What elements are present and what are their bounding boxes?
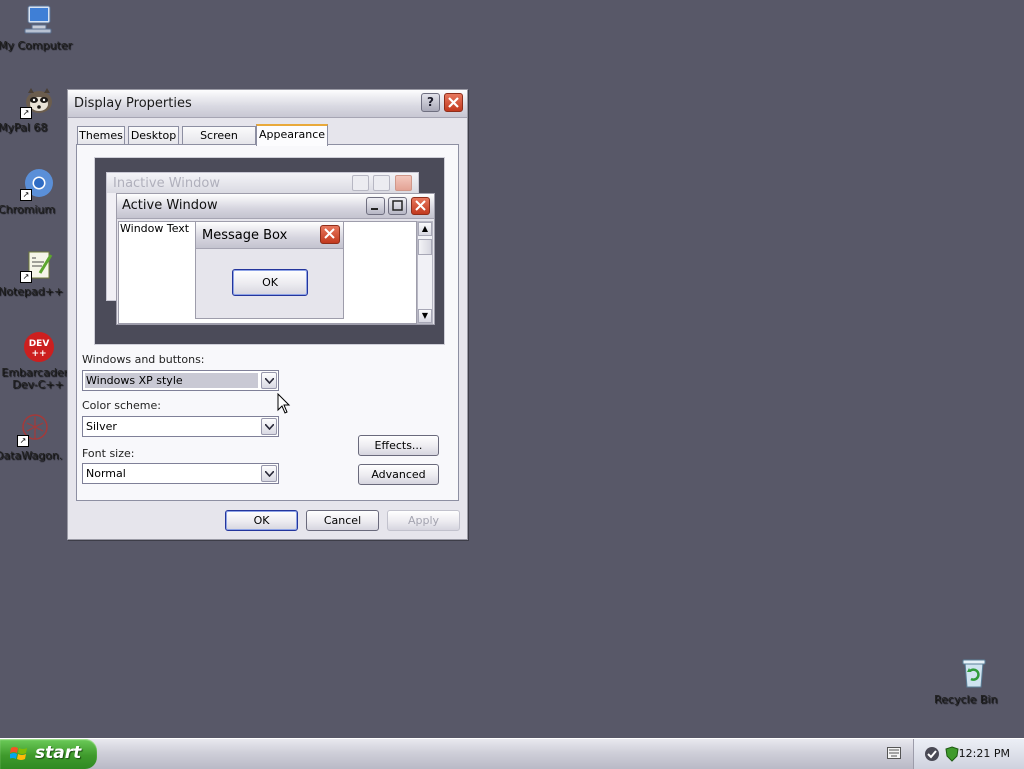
tab-screen-saver[interactable]: Screen Saver [182,126,256,159]
message-box-ok-button: OK [232,269,308,296]
keyboard-icon[interactable] [887,747,901,759]
devcpp-icon: DEV ++ [22,331,54,363]
message-box-title: Message Box [202,228,288,243]
inactive-titlebar: Inactive Window [107,173,418,193]
shortcut-arrow-icon: ↗ [20,189,32,201]
display-properties-dialog: Display Properties ? Themes Desktop Scre… [67,89,468,540]
chevron-down-icon[interactable] [261,372,277,389]
inactive-window-title: Inactive Window [113,176,220,191]
system-tray: 12:21 PM [913,739,1024,769]
svg-text:++: ++ [31,349,46,359]
notepadpp-icon: ↗ [20,249,54,283]
start-label: start [35,743,82,763]
scroll-down-icon: ▼ [418,309,432,323]
clock[interactable]: 12:21 PM [959,747,1010,760]
cancel-button[interactable]: Cancel [306,510,379,531]
appearance-preview: Inactive Window Active Window Window Tex… [94,157,445,345]
color-scheme-value: Silver [86,420,117,433]
tab-appearance[interactable]: Appearance [256,124,328,146]
ok-label: OK [253,514,270,527]
mypal-raccoon-icon: ↗ [20,85,54,119]
datawagon-icon: ↗ [17,413,51,447]
close-icon [320,225,340,244]
maximize-icon [373,175,390,191]
chromium-icon: ↗ [20,167,54,201]
dialog-title: Display Properties [74,96,192,111]
chevron-down-icon[interactable] [261,465,277,482]
advanced-label: Advanced [371,468,426,481]
desktop-icon-label: Notepad++ [0,285,64,298]
help-button[interactable]: ? [421,93,440,112]
font-size-value: Normal [86,467,126,480]
close-icon [395,175,412,191]
security-shield-icon[interactable] [944,746,960,762]
cancel-label: Cancel [323,514,362,527]
preview-message-box: Message Box OK [195,221,344,319]
desktop-icon-datawagon[interactable]: ↗ DataWagon. [0,413,75,462]
close-icon [448,97,459,108]
svg-text:DEV: DEV [29,339,50,349]
desktop-icon-label: My Computer [0,39,73,52]
shortcut-arrow-icon: ↗ [20,107,32,119]
close-icon [411,197,430,215]
maximize-icon [388,197,407,215]
scroll-up-icon: ▲ [418,222,432,236]
recycle-bin-icon [958,657,990,689]
tab-label: Appearance [258,128,326,141]
advanced-button[interactable]: Advanced [358,464,439,485]
chevron-down-icon[interactable] [261,418,277,435]
taskbar: start 12:21 PM [0,738,1024,769]
close-button[interactable] [444,93,463,112]
computer-icon [22,3,54,35]
active-titlebar: Active Window [117,194,434,219]
color-scheme-select[interactable]: Silver [82,416,279,437]
ok-label: OK [262,276,278,289]
desktop-icon-label: DataWagon. [0,449,63,462]
tab-themes[interactable]: Themes [77,126,125,145]
windows-buttons-value: Windows XP style [85,373,258,388]
message-box-titlebar: Message Box [196,222,343,249]
appearance-panel: Inactive Window Active Window Window Tex… [76,144,459,501]
apply-label: Apply [407,514,440,527]
ok-button[interactable]: OK [225,510,298,531]
dialog-titlebar[interactable]: Display Properties ? [68,90,467,118]
window-text-sample: Window Text [120,222,190,235]
desktop-icon-label: Recycle Bin [934,693,998,706]
minimize-icon [352,175,369,191]
windows-buttons-select[interactable]: Windows XP style [82,370,279,391]
minimize-icon [366,197,385,215]
mouse-cursor-icon [277,393,291,414]
desktop-icon-label: MyPal 68 [0,121,48,134]
shortcut-arrow-icon: ↗ [17,435,29,447]
windows-buttons-label: Windows and buttons: [82,353,205,366]
tab-label: Desktop [130,129,177,142]
start-button[interactable]: start [0,739,97,769]
font-size-select[interactable]: Normal [82,463,279,484]
desktop-icon-label: Chromium [0,203,56,216]
windows-flag-icon [10,747,27,760]
font-size-label: Font size: [82,447,135,460]
desktop-icon-recycle-bin[interactable]: Recycle Bin [934,657,1014,706]
desktop-icon-my-computer[interactable]: My Computer [0,3,78,52]
help-icon: ? [427,95,434,109]
active-window-title: Active Window [122,198,218,213]
tab-label: Themes [79,129,123,142]
effects-button[interactable]: Effects... [358,435,439,456]
shortcut-arrow-icon: ↗ [20,271,32,283]
effects-label: Effects... [374,439,423,452]
apply-button[interactable]: Apply [387,510,460,531]
color-scheme-label: Color scheme: [82,399,161,412]
network-icon[interactable] [924,746,940,762]
preview-scrollbar: ▲ ▼ [417,221,433,324]
tab-desktop[interactable]: Desktop [128,126,179,145]
scroll-thumb [418,239,432,255]
